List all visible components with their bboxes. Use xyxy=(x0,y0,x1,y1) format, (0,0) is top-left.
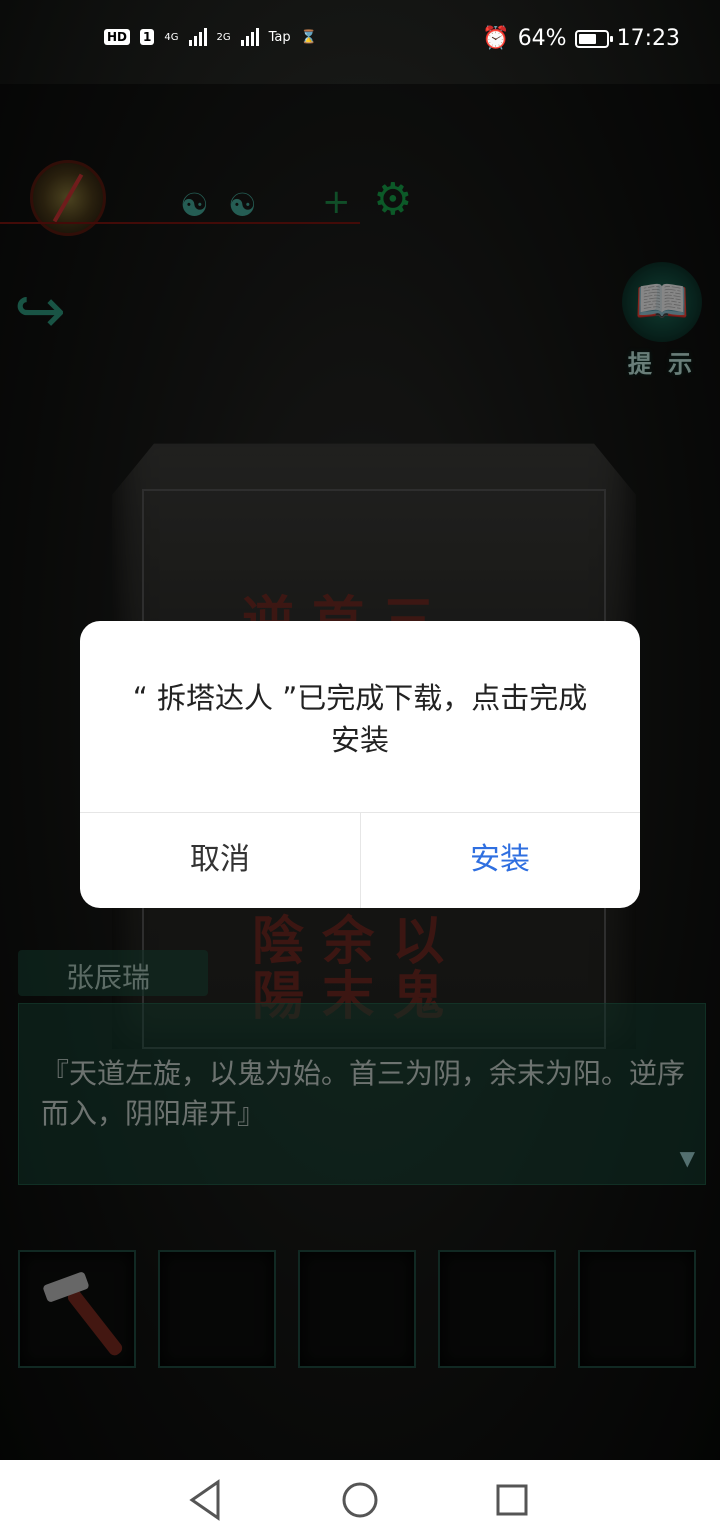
recents-square-icon[interactable] xyxy=(496,1484,528,1516)
hd-badge: HD xyxy=(104,29,131,45)
sim-badge: 1 xyxy=(140,29,155,45)
install-dialog: “ 拆塔达人 ”已完成下载，点击完成安装 取消 安装 xyxy=(80,621,640,908)
install-message: “ 拆塔达人 ”已完成下载，点击完成安装 xyxy=(132,681,588,757)
battery-fill xyxy=(578,33,596,44)
back-triangle-icon[interactable] xyxy=(189,1479,220,1521)
hourglass-icon: ⌛ xyxy=(300,29,317,45)
navigation-icons xyxy=(189,1479,528,1521)
status-bar: HD 1 4G 2G Tap ⌛ ⏰ 64% 17:23 xyxy=(0,0,720,84)
home-circle-icon[interactable] xyxy=(342,1482,378,1518)
status-right: ⏰ 64% 17:23 xyxy=(482,26,680,51)
navigation-bar xyxy=(0,1460,720,1540)
signal-bars-icon xyxy=(188,28,207,46)
network-2g-label: 2G xyxy=(216,31,231,43)
cancel-button[interactable]: 取消 xyxy=(80,812,360,908)
signal-bars-icon xyxy=(240,28,259,46)
battery-icon xyxy=(574,29,613,48)
battery-percent: 64% xyxy=(517,26,567,51)
alarm-icon: ⏰ xyxy=(482,26,510,51)
screen: HD 1 4G 2G Tap ⌛ ⏰ 64% 17:23 ☯ ☯ + ⚙ ↩ 📖… xyxy=(0,0,720,1540)
network-4g-label: 4G xyxy=(164,31,179,43)
status-left: HD 1 4G 2G Tap ⌛ xyxy=(104,28,317,46)
tap-badge: Tap xyxy=(268,29,291,45)
clock: 17:23 xyxy=(616,26,680,51)
install-button[interactable]: 安装 xyxy=(360,812,640,908)
